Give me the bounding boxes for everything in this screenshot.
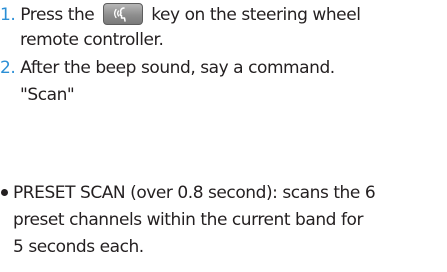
voice-recognition-key-icon — [103, 2, 144, 25]
step-2-line-1: 2. After the beep sound, say a command. — [0, 57, 335, 79]
step-1-text-after-icon: key on the steering wheel — [151, 5, 361, 25]
manual-page: { "colors": { "step_number": "#2b8fd6", … — [0, 0, 447, 272]
note-line-1: PRESET SCAN (over 0.8 second): scans the… — [0, 182, 376, 204]
note-line-3: 5 seconds each. — [13, 237, 144, 257]
step-2-number: 2. — [0, 58, 16, 78]
bullet-icon — [1, 188, 8, 196]
note-text-1: PRESET SCAN (over 0.8 second): scans the… — [13, 183, 376, 203]
step-2-command: "Scan" — [20, 85, 75, 105]
step-1-line-1: 1. Press the key on the steering wheel — [0, 2, 361, 26]
step-1-line-2: remote controller. — [20, 30, 164, 50]
step-1-text-before-icon: Press the — [20, 5, 95, 25]
note-line-2: preset channels within the current band … — [13, 210, 363, 230]
step-1-number: 1. — [0, 5, 16, 25]
step-2-text: After the beep sound, say a command. — [20, 58, 335, 78]
